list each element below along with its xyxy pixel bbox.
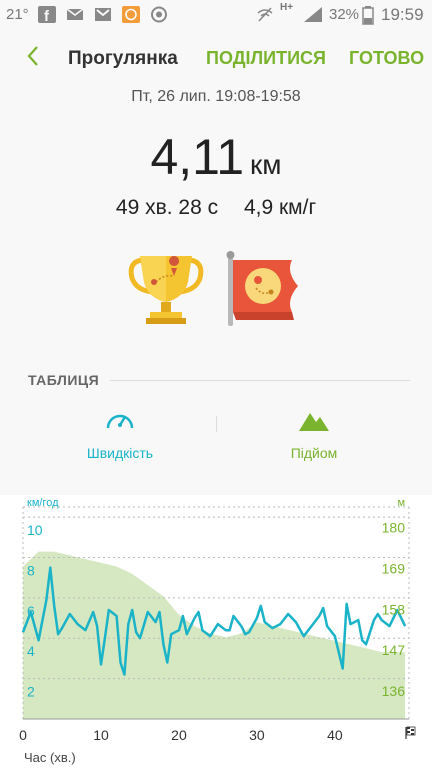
section-title: ТАБЛИЦЯ — [28, 372, 100, 388]
done-button[interactable]: ГОТОВО — [349, 48, 424, 69]
right-tick-label: 147 — [382, 642, 406, 658]
lion-icon — [150, 6, 168, 23]
duration: 49 хв. 28 с — [115, 196, 219, 219]
right-tick-label: 136 — [382, 683, 406, 699]
app-icon — [122, 6, 140, 23]
x-tick-label: 30 — [249, 727, 265, 743]
left-tick-label: 10 — [27, 522, 43, 538]
share-button[interactable]: ПОДІЛИТИСЯ — [206, 48, 326, 69]
x-tick-label: 10 — [93, 727, 109, 743]
wifi-off-icon — [256, 6, 274, 23]
tab-speed-label: Швидкість — [86, 445, 154, 461]
left-tick-label: 2 — [27, 684, 35, 700]
speedometer-icon — [104, 414, 136, 436]
tab-speed[interactable]: Швидкість — [50, 408, 190, 461]
page-title: Прогулянка — [68, 48, 178, 69]
tab-divider — [216, 416, 217, 432]
x-tick-label: 40 — [327, 727, 343, 743]
facebook-icon: f — [38, 6, 56, 25]
right-tick-label: 169 — [382, 560, 406, 576]
signal-icon — [302, 6, 324, 23]
left-tick-label: 6 — [27, 603, 35, 619]
svg-text:f: f — [44, 8, 50, 23]
back-icon[interactable] — [22, 44, 46, 68]
x-tick-label: 0 — [19, 727, 27, 743]
tab-elevation-label: Підйом — [290, 445, 338, 461]
mountain-icon — [298, 413, 330, 436]
average-speed: 4,9 км/г — [243, 196, 317, 219]
right-tick-label: 158 — [382, 601, 406, 617]
left-axis-unit: км/год — [27, 497, 59, 509]
battery-icon — [362, 6, 374, 25]
distance-display: 4,11 км — [0, 128, 432, 186]
distance-unit: км — [250, 149, 282, 180]
trophy-icon[interactable] — [126, 252, 206, 328]
right-axis-unit: м — [397, 497, 405, 509]
distance-value: 4,11 — [150, 129, 245, 185]
temperature: 21° — [6, 6, 29, 23]
battery-percent: 32% — [329, 6, 360, 23]
flag-icon[interactable] — [222, 250, 302, 330]
tab-elevation[interactable]: Підйом — [244, 408, 384, 461]
network-type: H+ — [280, 2, 294, 13]
app-header: Прогулянка ПОДІЛИТИСЯ ГОТОВО — [0, 32, 432, 84]
mail-icon — [66, 6, 84, 23]
workout-stats: 49 хв. 28 с 4,9 км/г — [0, 196, 432, 220]
status-bar: 21° f H+ 32% 19:59 — [0, 0, 432, 30]
left-tick-label: 4 — [27, 643, 35, 659]
left-tick-label: 8 — [27, 562, 35, 578]
section-divider — [110, 380, 410, 381]
x-tick-label: 20 — [171, 727, 187, 743]
x-axis-label: Час (хв.) — [24, 750, 76, 765]
clock: 19:59 — [381, 5, 424, 24]
speed-elevation-chart: км/год м 10 8 6 4 2 180 169 158 147 136 0 10 20 30 40 Час… — [0, 495, 432, 768]
workout-date: Пт, 26 лип. 19:08-19:58 — [131, 88, 301, 105]
right-tick-label: 180 — [382, 519, 406, 535]
gmail-icon — [94, 6, 112, 23]
